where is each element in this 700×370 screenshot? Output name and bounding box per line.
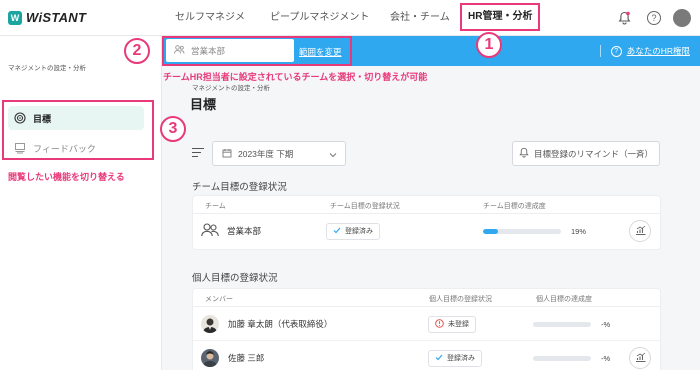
check-icon <box>435 354 443 363</box>
user-avatar[interactable] <box>673 9 691 27</box>
progress-bar <box>533 321 591 327</box>
sidebar: マネジメントの設定・分析 目標 フィードバック 閲覧したい機能を切り替える <box>0 36 162 370</box>
table-row[interactable]: 加藤 章太朗（代表取締役） 未登録 -% <box>193 307 660 341</box>
scope-bar: 営業本部 範囲を変更 ? あなたのHR権限 <box>162 36 700 66</box>
member-name: 佐藤 三郎 <box>228 353 265 363</box>
column-header-team: チーム <box>205 203 226 210</box>
team-table: チーム チーム目標の登録状況 チーム目標の達成度 営業本部 登録済み 19% <box>192 195 661 250</box>
column-header-status: 個人目標の登録状況 <box>429 296 492 303</box>
hr-permission-link[interactable]: ? あなたのHR権限 <box>599 45 690 57</box>
sidebar-caption: マネジメントの設定・分析 <box>8 65 86 72</box>
check-icon <box>333 227 341 236</box>
progress-percent: -% <box>601 319 611 329</box>
avatar <box>201 315 219 333</box>
help-icon: ? <box>610 45 622 57</box>
chart-icon <box>635 225 646 237</box>
filter-icon[interactable] <box>192 148 204 158</box>
column-header-member: メンバー <box>205 296 233 303</box>
status-label: 登録済み <box>345 228 373 235</box>
logo-mark: W <box>8 10 22 25</box>
hr-permission-label: あなたのHR権限 <box>626 46 690 56</box>
sidebar-annotation: 閲覧したい機能を切り替える <box>8 172 125 182</box>
member-section-title: 個人目標の登録状況 <box>192 273 278 284</box>
calendar-icon <box>222 148 232 160</box>
progress-bar <box>483 228 561 234</box>
progress-percent: 19% <box>571 226 587 236</box>
nav-people-management[interactable]: ピープルマネジメント <box>260 0 380 36</box>
status-badge: 登録済み <box>326 222 380 240</box>
progress-fill <box>483 228 498 234</box>
sidebar-item-feedback[interactable]: フィードバック <box>8 136 144 160</box>
status-label: 未登録 <box>448 321 469 328</box>
column-header-status: チーム目標の登録状況 <box>330 203 400 210</box>
remind-button-label: 目標登録のリマインド（一斉） <box>533 148 653 159</box>
main-nav: セルフマネジメント ピープルマネジメント 会社・チーム HR管理・分析 <box>165 0 541 59</box>
chart-button[interactable] <box>629 347 651 369</box>
team-section-title: チーム目標の登録状況 <box>192 182 287 193</box>
member-table-header: メンバー 個人目標の登録状況 個人目標の達成度 <box>193 289 660 307</box>
page-title: 目標 <box>190 97 217 112</box>
nav-self-management[interactable]: セルフマネジメント <box>165 0 260 59</box>
chart-button[interactable] <box>629 220 651 242</box>
period-select[interactable]: 2023年度 下期 <box>212 141 346 166</box>
target-icon <box>14 112 26 124</box>
member-table: メンバー 個人目標の登録状況 個人目標の達成度 加藤 章太朗（代表取締役） 未登… <box>192 288 661 370</box>
alert-icon <box>435 318 444 330</box>
column-header-progress: 個人目標の達成度 <box>536 296 592 303</box>
top-header: W WiSTANT セルフマネジメント ピープルマネジメント 会社・チーム HR… <box>0 0 700 59</box>
help-icon[interactable]: ? <box>646 10 662 26</box>
period-value: 2023年度 下期 <box>238 148 294 159</box>
logo-text: WiSTANT <box>26 10 87 25</box>
team-table-header: チーム チーム目標の登録状況 チーム目標の達成度 <box>193 196 660 214</box>
sidebar-item-label: 目標 <box>33 113 52 124</box>
annotation-badge-3: 3 <box>160 116 186 142</box>
avatar <box>201 349 219 367</box>
annotation-badge-2: 2 <box>124 38 150 64</box>
status-label: 登録済み <box>447 355 475 362</box>
member-name: 加藤 章太朗（代表取締役） <box>228 319 333 329</box>
remind-registration-button[interactable]: 目標登録のリマインド（一斉） <box>512 141 660 166</box>
feedback-icon <box>14 142 26 154</box>
table-row[interactable]: 佐藤 三郎 登録済み -% <box>193 341 660 370</box>
sidebar-item-label: フィードバック <box>33 143 96 154</box>
table-row[interactable]: 営業本部 登録済み 19% <box>193 214 660 248</box>
progress-percent: -% <box>601 353 611 363</box>
status-badge: 登録済み <box>428 349 482 367</box>
team-icon <box>201 223 219 239</box>
breadcrumb: マネジメントの設定・分析 <box>192 85 270 92</box>
sidebar-item-goals[interactable]: 目標 <box>8 106 144 130</box>
bell-icon <box>519 147 529 160</box>
progress-bar <box>533 355 591 361</box>
column-header-progress: チーム目標の達成度 <box>483 203 546 210</box>
chart-icon <box>635 352 646 364</box>
nav-hr-analytics[interactable]: HR管理・分析 <box>460 3 541 31</box>
app-logo[interactable]: W WiSTANT <box>8 10 86 25</box>
status-badge: 未登録 <box>428 315 476 333</box>
chevron-down-icon <box>329 150 337 160</box>
annotation-badge-1: 1 <box>476 32 502 58</box>
bell-icon[interactable] <box>616 10 632 26</box>
team-name: 営業本部 <box>227 226 262 236</box>
change-scope-link[interactable]: 範囲を変更 <box>299 46 342 58</box>
nav-company-team[interactable]: 会社・チーム <box>380 0 460 36</box>
